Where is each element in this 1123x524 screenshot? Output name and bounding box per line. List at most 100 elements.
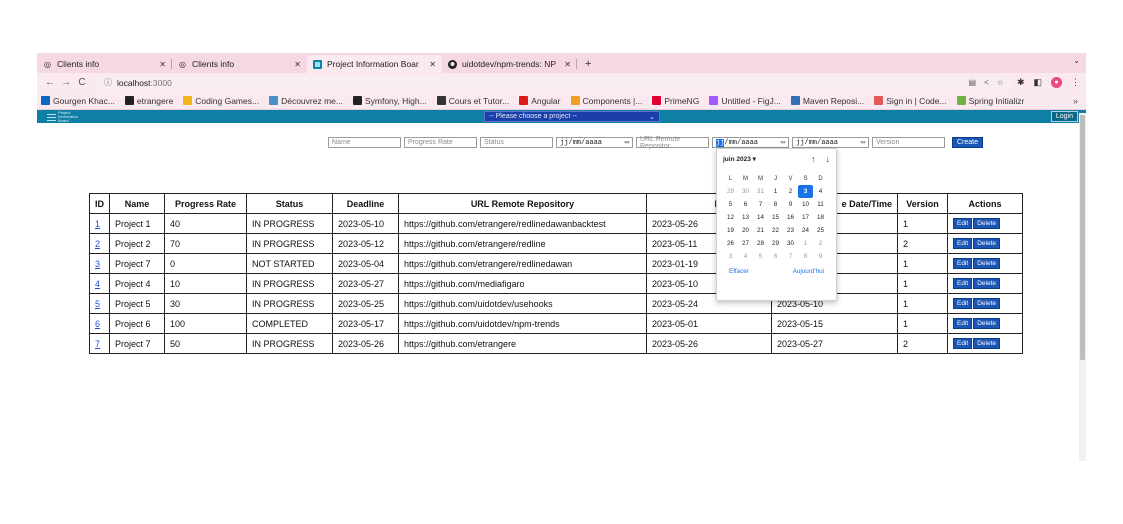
- calendar-day[interactable]: 6: [768, 250, 783, 263]
- calendar-day[interactable]: 2: [783, 185, 798, 198]
- name-input[interactable]: Name: [328, 137, 401, 148]
- project-id-link[interactable]: 7: [95, 339, 100, 349]
- calendar-day[interactable]: 9: [783, 198, 798, 211]
- new-tab-button[interactable]: +: [577, 55, 599, 73]
- calendar-icon[interactable]: ▭: [861, 138, 865, 147]
- bookmark-item[interactable]: Untitled - FigJ...: [709, 96, 781, 106]
- edit-button[interactable]: Edit: [953, 258, 973, 269]
- calendar-day[interactable]: 19: [723, 224, 738, 237]
- project-select[interactable]: -- Please choose a project -- ⌄: [484, 111, 660, 122]
- calendar-day[interactable]: 1: [768, 185, 783, 198]
- bookmark-item[interactable]: Coding Games...: [183, 96, 259, 106]
- calendar-day[interactable]: 5: [723, 198, 738, 211]
- calendar-day[interactable]: 4: [813, 185, 828, 198]
- reload-icon[interactable]: C: [75, 77, 89, 88]
- profile-avatar-icon[interactable]: ●: [1051, 77, 1062, 88]
- calendar-day[interactable]: 26: [723, 237, 738, 250]
- back-icon[interactable]: ←: [43, 77, 57, 88]
- close-icon[interactable]: ✕: [429, 60, 436, 69]
- clear-date-button[interactable]: Effacer: [729, 268, 749, 275]
- first-saving-date-input[interactable]: jj/mm/aaaa ▭: [712, 137, 789, 148]
- share-icon[interactable]: <: [984, 78, 989, 87]
- close-icon[interactable]: ✕: [159, 60, 166, 69]
- address-bar[interactable]: ⓘ localhost:3000 ▤ < ☆: [97, 75, 1011, 90]
- month-selector[interactable]: juin 2023 ▾: [723, 155, 756, 163]
- edit-button[interactable]: Edit: [953, 238, 973, 249]
- calendar-day[interactable]: 6: [738, 198, 753, 211]
- delete-button[interactable]: Delete: [973, 258, 1000, 269]
- bookmark-item[interactable]: Découvrez me...: [269, 96, 343, 106]
- bookmark-item[interactable]: PrimeNG: [652, 96, 699, 106]
- calendar-day[interactable]: 8: [768, 198, 783, 211]
- calendar-day[interactable]: 30: [783, 237, 798, 250]
- calendar-day[interactable]: 27: [738, 237, 753, 250]
- bookmark-item[interactable]: Gourgen Khac...: [41, 96, 115, 106]
- status-input[interactable]: Status: [480, 137, 553, 148]
- bookmark-item[interactable]: Symfony, High...: [352, 96, 427, 106]
- calendar-day[interactable]: 23: [783, 224, 798, 237]
- login-button[interactable]: Login: [1050, 111, 1078, 122]
- project-id-link[interactable]: 4: [95, 279, 100, 289]
- edit-button[interactable]: Edit: [953, 278, 973, 289]
- calendar-day[interactable]: 20: [738, 224, 753, 237]
- calendar-day[interactable]: 7: [753, 198, 768, 211]
- page-scrollbar[interactable]: [1079, 113, 1086, 461]
- tab-npm-trends[interactable]: uidotdev/npm-trends: NP ✕: [442, 55, 577, 73]
- edit-button[interactable]: Edit: [953, 298, 973, 309]
- edit-button[interactable]: Edit: [953, 338, 973, 349]
- url-repository-input[interactable]: URL Remote Repositor: [636, 136, 709, 150]
- translate-icon[interactable]: ▤: [969, 78, 977, 87]
- project-id-link[interactable]: 2: [95, 239, 100, 249]
- project-id-link[interactable]: 3: [95, 259, 100, 269]
- delete-button[interactable]: Delete: [973, 318, 1000, 329]
- bookmark-item[interactable]: Spring Initializr: [956, 96, 1024, 106]
- scrollbar-thumb[interactable]: [1080, 115, 1085, 360]
- close-icon[interactable]: ✕: [564, 60, 571, 69]
- tab-clients-info-1[interactable]: ◎ Clients info ✕: [37, 55, 172, 73]
- calendar-day[interactable]: 11: [813, 198, 828, 211]
- tab-search-button[interactable]: ⌄: [1073, 56, 1080, 65]
- calendar-day[interactable]: 10: [798, 198, 813, 211]
- delete-button[interactable]: Delete: [973, 338, 1000, 349]
- close-icon[interactable]: ✕: [294, 60, 301, 69]
- last-saving-date-input[interactable]: jj/mm/aaaa ▭: [792, 137, 869, 148]
- calendar-day[interactable]: 18: [813, 211, 828, 224]
- calendar-day[interactable]: 21: [753, 224, 768, 237]
- calendar-day[interactable]: 24: [798, 224, 813, 237]
- bookmark-item[interactable]: Cours et Tutor...: [436, 96, 509, 106]
- calendar-day[interactable]: 17: [798, 211, 813, 224]
- create-button[interactable]: Create: [952, 137, 984, 148]
- bookmark-item[interactable]: Angular: [519, 96, 561, 106]
- calendar-day[interactable]: 29: [768, 237, 783, 250]
- calendar-day[interactable]: 16: [783, 211, 798, 224]
- calendar-day[interactable]: 31: [753, 185, 768, 198]
- calendar-day[interactable]: 13: [738, 211, 753, 224]
- calendar-icon[interactable]: ▭: [781, 138, 785, 147]
- calendar-day[interactable]: 22: [768, 224, 783, 237]
- calendar-day[interactable]: 29: [723, 185, 738, 198]
- bookmark-item[interactable]: Maven Reposi...: [790, 96, 864, 106]
- calendar-day[interactable]: 9: [813, 250, 828, 263]
- bookmark-item[interactable]: Components |...: [570, 96, 642, 106]
- deadline-date-input[interactable]: jj/mm/aaaa ▭: [556, 137, 633, 148]
- calendar-day-selected[interactable]: 3: [798, 185, 813, 198]
- puzzle-icon[interactable]: ✱: [1017, 77, 1025, 88]
- version-input[interactable]: Version: [872, 137, 945, 148]
- calendar-day[interactable]: 30: [738, 185, 753, 198]
- star-icon[interactable]: ☆: [997, 78, 1004, 87]
- project-id-link[interactable]: 1: [95, 219, 100, 229]
- next-month-arrow-icon[interactable]: ↓: [826, 154, 831, 164]
- delete-button[interactable]: Delete: [973, 278, 1000, 289]
- delete-button[interactable]: Delete: [973, 218, 1000, 229]
- calendar-day[interactable]: 5: [753, 250, 768, 263]
- calendar-day[interactable]: 1: [798, 237, 813, 250]
- sidepanel-icon[interactable]: ◧: [1033, 77, 1042, 88]
- edit-button[interactable]: Edit: [953, 318, 973, 329]
- delete-button[interactable]: Delete: [973, 298, 1000, 309]
- calendar-day[interactable]: 28: [753, 237, 768, 250]
- calendar-icon[interactable]: ▭: [625, 138, 629, 147]
- menu-icon[interactable]: ⋮: [1071, 77, 1080, 88]
- forward-icon[interactable]: →: [59, 77, 73, 88]
- info-icon[interactable]: ⓘ: [104, 77, 112, 88]
- delete-button[interactable]: Delete: [973, 238, 1000, 249]
